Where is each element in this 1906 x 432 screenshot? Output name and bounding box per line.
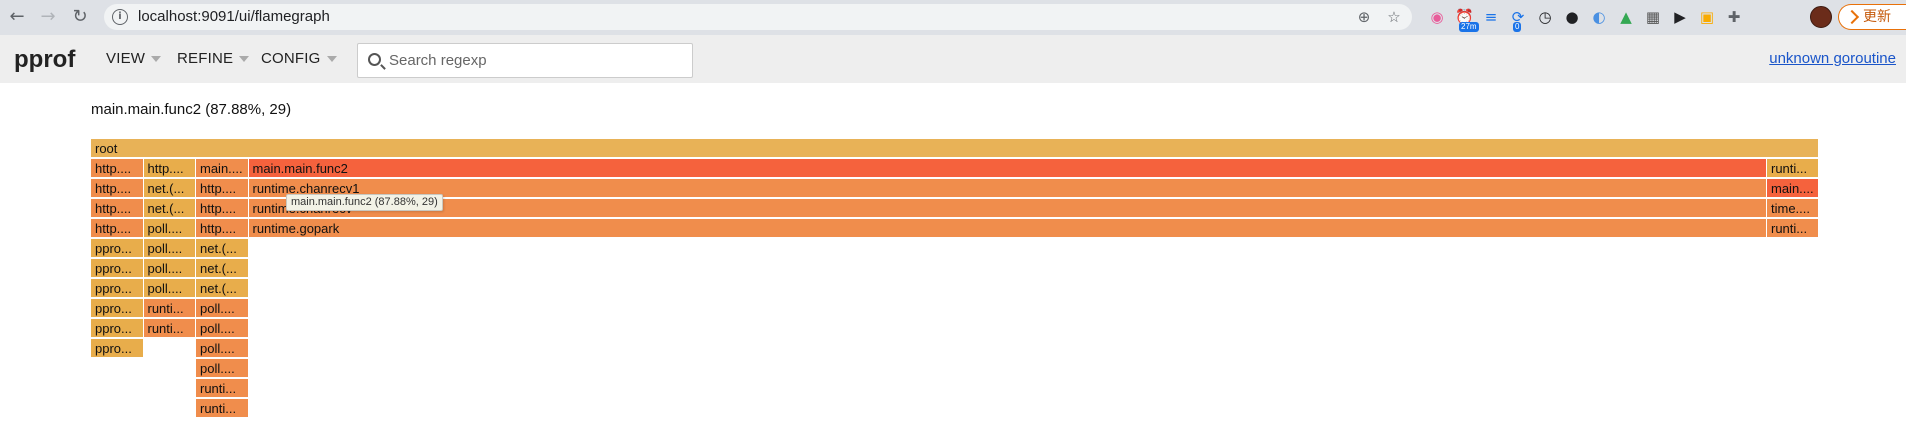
flame-frame[interactable]: runti...: [1767, 219, 1819, 238]
frame-tooltip: main.main.func2 (87.88%, 29): [286, 194, 443, 211]
site-info-icon[interactable]: i: [112, 9, 128, 25]
search-icon: [368, 53, 381, 66]
flame-frame[interactable]: http....: [196, 199, 249, 218]
flame-frame[interactable]: ppro...: [91, 319, 144, 338]
back-icon[interactable]: ←: [5, 5, 29, 29]
menu-view-label: VIEW: [106, 50, 146, 67]
menu-config[interactable]: CONFIG: [261, 50, 337, 67]
zoom-icon[interactable]: ⊕: [1354, 7, 1374, 27]
flame-frame[interactable]: net.(...: [196, 239, 249, 258]
flame-details: main.main.func2 (87.88%, 29): [91, 101, 292, 118]
puzzle-ext-icon[interactable]: ✚: [1725, 8, 1743, 26]
sync-ext-badge: 0: [1513, 22, 1522, 32]
flame-frame[interactable]: net.(...: [196, 279, 249, 298]
timer-ext-badge: 27m: [1459, 22, 1479, 32]
flame-frame[interactable]: poll....: [196, 319, 249, 338]
flame-frame[interactable]: time....: [1767, 199, 1819, 218]
search-input[interactable]: [389, 44, 689, 77]
flame-frame[interactable]: poll....: [143, 279, 196, 298]
flame-graph[interactable]: root http.... http.... main.... main.main.fu…: [91, 139, 1819, 419]
flame-frame[interactable]: poll....: [143, 239, 196, 258]
flame-frame[interactable]: http....: [196, 219, 249, 238]
flame-frame[interactable]: poll....: [196, 339, 249, 358]
flame-frame[interactable]: main....: [1767, 179, 1819, 198]
qr-ext-icon[interactable]: ▦: [1644, 8, 1662, 26]
cap-ext-icon[interactable]: ▲: [1617, 8, 1635, 26]
flame-frame[interactable]: ppro...: [91, 279, 144, 298]
menu-view[interactable]: VIEW: [106, 50, 162, 67]
clock-ext-icon[interactable]: ◷: [1536, 8, 1554, 26]
flame-frame[interactable]: ppro...: [91, 299, 144, 318]
vpn-ext-icon[interactable]: ◐: [1590, 8, 1608, 26]
pprof-logo: pprof: [14, 46, 76, 73]
pprof-header: pprof VIEW REFINE CONFIG unknown gorouti…: [0, 35, 1906, 83]
address-bar[interactable]: i localhost:9091/ui/flamegraph ⊕ ☆: [104, 4, 1412, 30]
flame-frame[interactable]: runti...: [143, 319, 196, 338]
flame-frame[interactable]: runti...: [196, 399, 249, 418]
flame-root-frame[interactable]: root: [91, 139, 1819, 158]
reload-icon[interactable]: ↻: [68, 5, 92, 29]
flame-frame[interactable]: poll....: [196, 299, 249, 318]
filter-ext-icon[interactable]: ≡: [1482, 8, 1500, 26]
flame-frame[interactable]: poll....: [196, 359, 249, 378]
flame-frame[interactable]: http....: [91, 219, 144, 238]
flame-frame[interactable]: ppro...: [91, 339, 144, 358]
flame-frame[interactable]: runtime.gopark: [248, 219, 1767, 238]
flame-frame[interactable]: runtime.chanrecv1: [248, 179, 1767, 198]
flame-frame[interactable]: poll....: [143, 219, 196, 238]
profile-title-link[interactable]: unknown goroutine: [1769, 50, 1896, 67]
bookmark-star-icon[interactable]: ☆: [1384, 7, 1404, 27]
flame-frame[interactable]: poll....: [143, 259, 196, 278]
flame-frame[interactable]: net.(...: [143, 199, 196, 218]
url-text[interactable]: localhost:9091/ui/flamegraph: [138, 4, 330, 30]
forward-icon[interactable]: →: [36, 5, 60, 29]
video-ext-icon[interactable]: ▶: [1671, 8, 1689, 26]
github-ext-icon[interactable]: ●: [1563, 8, 1581, 26]
caret-down-icon: [239, 56, 250, 63]
flame-frame[interactable]: runti...: [1767, 159, 1819, 178]
color-ext-icon[interactable]: ◉: [1428, 8, 1446, 26]
flame-frame[interactable]: runtime.chanrecv: [248, 199, 1767, 218]
flame-frame[interactable]: ppro...: [91, 259, 144, 278]
menu-refine-label: REFINE: [177, 50, 234, 67]
menu-refine[interactable]: REFINE: [177, 50, 250, 67]
flame-frame[interactable]: main.main.func2: [248, 159, 1767, 178]
flame-frame[interactable]: net.(...: [143, 179, 196, 198]
profile-avatar[interactable]: [1810, 6, 1832, 28]
flame-frame[interactable]: http....: [91, 179, 144, 198]
flame-frame[interactable]: ppro...: [91, 239, 144, 258]
flame-frame[interactable]: runti...: [196, 379, 249, 398]
flame-frame[interactable]: net.(...: [196, 259, 249, 278]
search-box[interactable]: [357, 43, 693, 78]
flame-frame[interactable]: main....: [196, 159, 249, 178]
update-button[interactable]: 更新: [1838, 4, 1906, 30]
caret-down-icon: [326, 56, 337, 63]
photo-ext-icon[interactable]: ▣: [1698, 8, 1716, 26]
flame-frame[interactable]: http....: [196, 179, 249, 198]
flame-frame[interactable]: http....: [143, 159, 196, 178]
menu-config-label: CONFIG: [261, 50, 321, 67]
flame-frame[interactable]: runti...: [143, 299, 196, 318]
flame-frame[interactable]: http....: [91, 199, 144, 218]
flame-frame[interactable]: http....: [91, 159, 144, 178]
caret-down-icon: [151, 56, 162, 63]
